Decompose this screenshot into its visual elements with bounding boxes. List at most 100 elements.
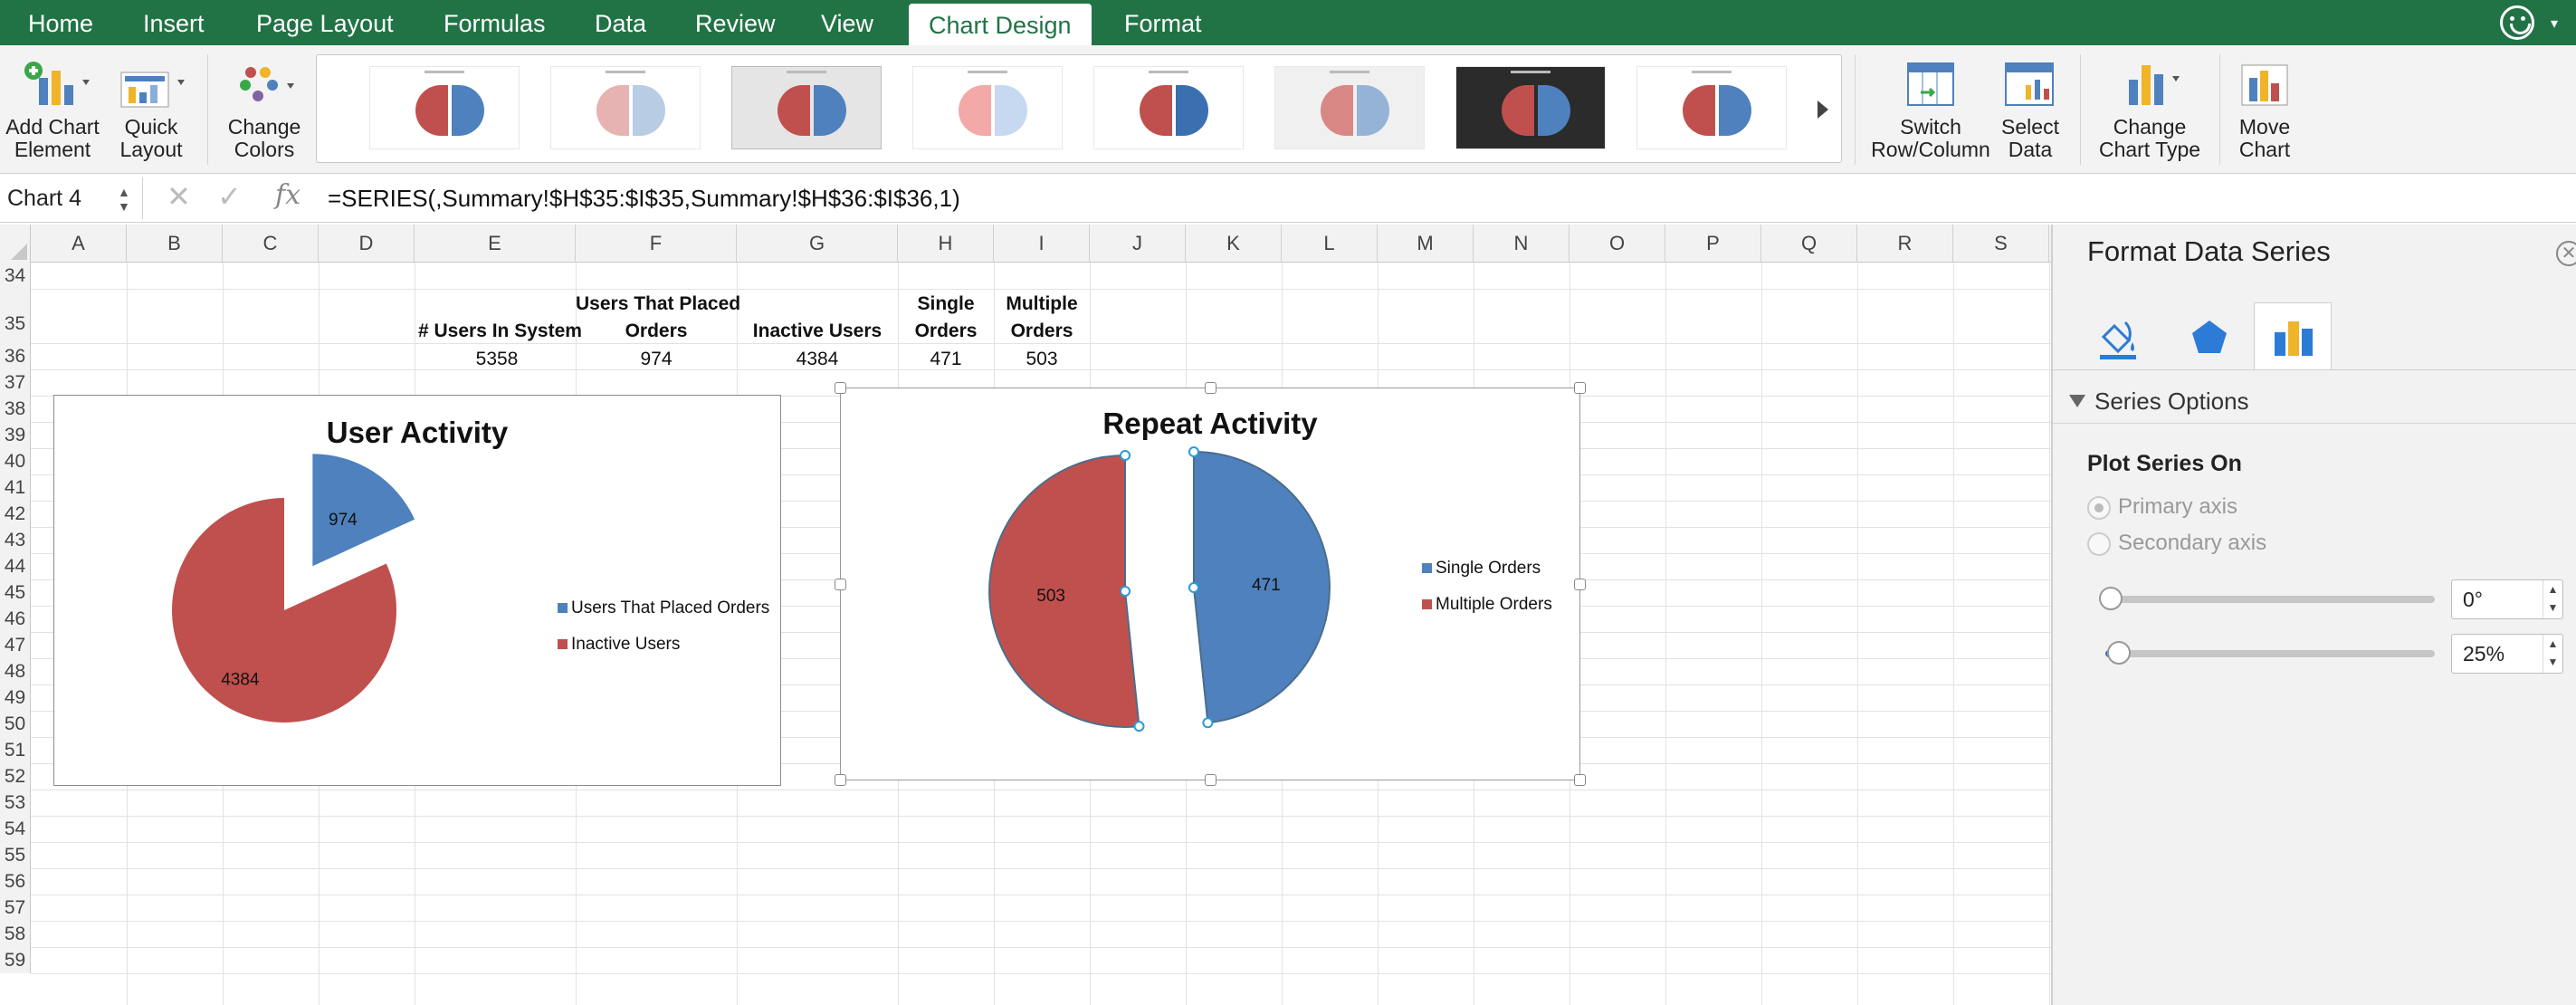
row-header-58[interactable]: 58 [0,921,31,947]
column-header-j[interactable]: J [1090,225,1186,263]
chart-style-thumbnail[interactable] [1093,66,1244,149]
column-header-m[interactable]: M [1378,225,1474,263]
row-header-40[interactable]: 40 [0,448,31,474]
smiley-feedback-icon[interactable] [2500,5,2534,40]
cell-i35-line1[interactable]: Multiple [994,293,1090,315]
column-header-b[interactable]: B [127,225,223,263]
column-header-f[interactable]: F [576,225,737,263]
tab-chart-design[interactable]: Chart Design [909,4,1092,45]
tab-formulas[interactable]: Formulas [444,0,546,45]
row-header-49[interactable]: 49 [0,684,31,711]
column-header-o[interactable]: O [1569,225,1665,263]
column-header-l[interactable]: L [1282,225,1378,263]
row-header-53[interactable]: 53 [0,790,31,816]
chart-style-thumbnail[interactable] [731,66,882,149]
explosion-spinner[interactable]: 25% ▲ ▼ [2451,634,2563,674]
row-header-56[interactable]: 56 [0,868,31,895]
change-chart-type-button[interactable]: Change Chart Type [2091,58,2209,161]
radio-button[interactable] [2087,531,2111,556]
legend-entry[interactable]: Inactive Users [558,635,680,655]
resize-handle[interactable] [1574,382,1586,394]
angle-value[interactable]: 0° [2463,588,2483,612]
cancel-formula-icon[interactable]: ✕ [167,179,191,214]
row-header-34[interactable]: 34 [0,263,31,289]
column-header-g[interactable]: G [737,225,898,263]
row-header-55[interactable]: 55 [0,842,31,868]
row-header-44[interactable]: 44 [0,553,31,579]
primary-axis-radio[interactable]: Primary axis [2087,494,2237,520]
tab-format[interactable]: Format [1124,0,1202,45]
chart-style-thumbnail[interactable] [1274,66,1425,149]
move-chart-button[interactable]: Move Chart [2228,58,2301,161]
first-slice-angle-slider[interactable] [2099,587,2435,610]
cell-e35[interactable]: # Users In System [418,321,582,342]
secondary-axis-radio[interactable]: Secondary axis [2087,531,2266,556]
slider-knob[interactable] [2106,641,2131,665]
select-data-button[interactable]: Select Data [1995,58,2066,161]
column-header-p[interactable]: P [1665,225,1761,263]
selection-handle[interactable] [1120,585,1131,597]
row-header-42[interactable]: 42 [0,501,31,527]
slider-knob[interactable] [2099,587,2123,610]
legend-entry[interactable]: Multiple Orders [1422,595,1552,615]
collapse-triangle-icon[interactable] [2069,395,2085,407]
selection-handle[interactable] [1120,449,1131,461]
cell-h35-line1[interactable]: Single [898,293,994,315]
row-header-38[interactable]: 38 [0,396,31,422]
column-header-k[interactable]: K [1186,225,1282,263]
column-header-a[interactable]: A [31,225,127,263]
chart-styles-gallery[interactable] [316,54,1842,163]
user-activity-chart[interactable]: User Activity 974 4384 Users That Placed … [53,395,781,786]
radio-button[interactable] [2087,495,2111,520]
column-header-d[interactable]: D [319,225,415,263]
resize-handle[interactable] [835,774,846,786]
column-header-e[interactable]: E [415,225,576,263]
cell-g35[interactable]: Inactive Users [737,321,898,342]
tab-insert[interactable]: Insert [143,0,205,45]
close-icon[interactable]: ✕ [2556,241,2576,266]
tab-home[interactable]: Home [28,0,93,45]
quick-layout-button[interactable]: Quick Layout [110,58,192,161]
effects-tab[interactable] [2171,302,2248,369]
fill-line-tab[interactable] [2087,302,2165,369]
tab-data[interactable]: Data [595,0,646,45]
cell-i35-line2[interactable]: Orders [994,321,1090,342]
selection-handle[interactable] [1188,582,1199,594]
row-header-59[interactable]: 59 [0,947,31,973]
spinner-arrows-icon[interactable]: ▲ ▼ [2543,580,2562,618]
spinner-arrows-icon[interactable]: ▲ ▼ [2543,635,2562,673]
cell-h36[interactable]: 471 [898,349,994,370]
legend-entry[interactable]: Single Orders [1422,559,1541,579]
column-header-r[interactable]: R [1857,225,1953,263]
chevron-down-icon[interactable]: ▾ [2551,14,2558,33]
data-label[interactable]: 471 [1252,576,1281,595]
resize-handle[interactable] [1205,382,1216,394]
column-header-q[interactable]: Q [1761,225,1857,263]
resize-handle[interactable] [1574,774,1586,786]
angle-spinner[interactable]: 0° ▲ ▼ [2451,579,2563,619]
row-header-51[interactable]: 51 [0,737,31,763]
chart-style-thumbnail[interactable] [1455,66,1606,149]
worksheet-grid[interactable]: ABCDEFGHIJKLMNOPQRS 34 35 36 37 38 39 40 41 42 43… [0,225,2051,1005]
explosion-value[interactable]: 25% [2463,642,2504,666]
data-label[interactable]: 974 [329,511,358,530]
column-header-i[interactable]: I [994,225,1090,263]
cell-i36[interactable]: 503 [994,349,1090,370]
row-header-50[interactable]: 50 [0,711,31,737]
resize-handle[interactable] [1574,579,1586,590]
series-options-header[interactable]: Series Options [2053,378,2576,424]
name-box-stepper-icon[interactable]: ▲ ▼ [118,185,130,214]
row-header-45[interactable]: 45 [0,579,31,606]
data-label[interactable]: 503 [1036,587,1065,606]
chart-style-thumbnail[interactable] [1636,66,1787,149]
selection-handle[interactable] [1188,446,1199,458]
confirm-formula-icon[interactable]: ✓ [217,179,242,214]
name-box[interactable]: Chart 4 ▲ ▼ [0,177,143,219]
tab-view[interactable]: View [821,0,873,45]
row-header-43[interactable]: 43 [0,527,31,553]
chart-style-thumbnail[interactable] [912,66,1063,149]
resize-handle[interactable] [1205,774,1216,786]
row-header-39[interactable]: 39 [0,422,31,448]
row-header-36[interactable]: 36 [0,343,31,369]
row-header-37[interactable]: 37 [0,369,31,396]
